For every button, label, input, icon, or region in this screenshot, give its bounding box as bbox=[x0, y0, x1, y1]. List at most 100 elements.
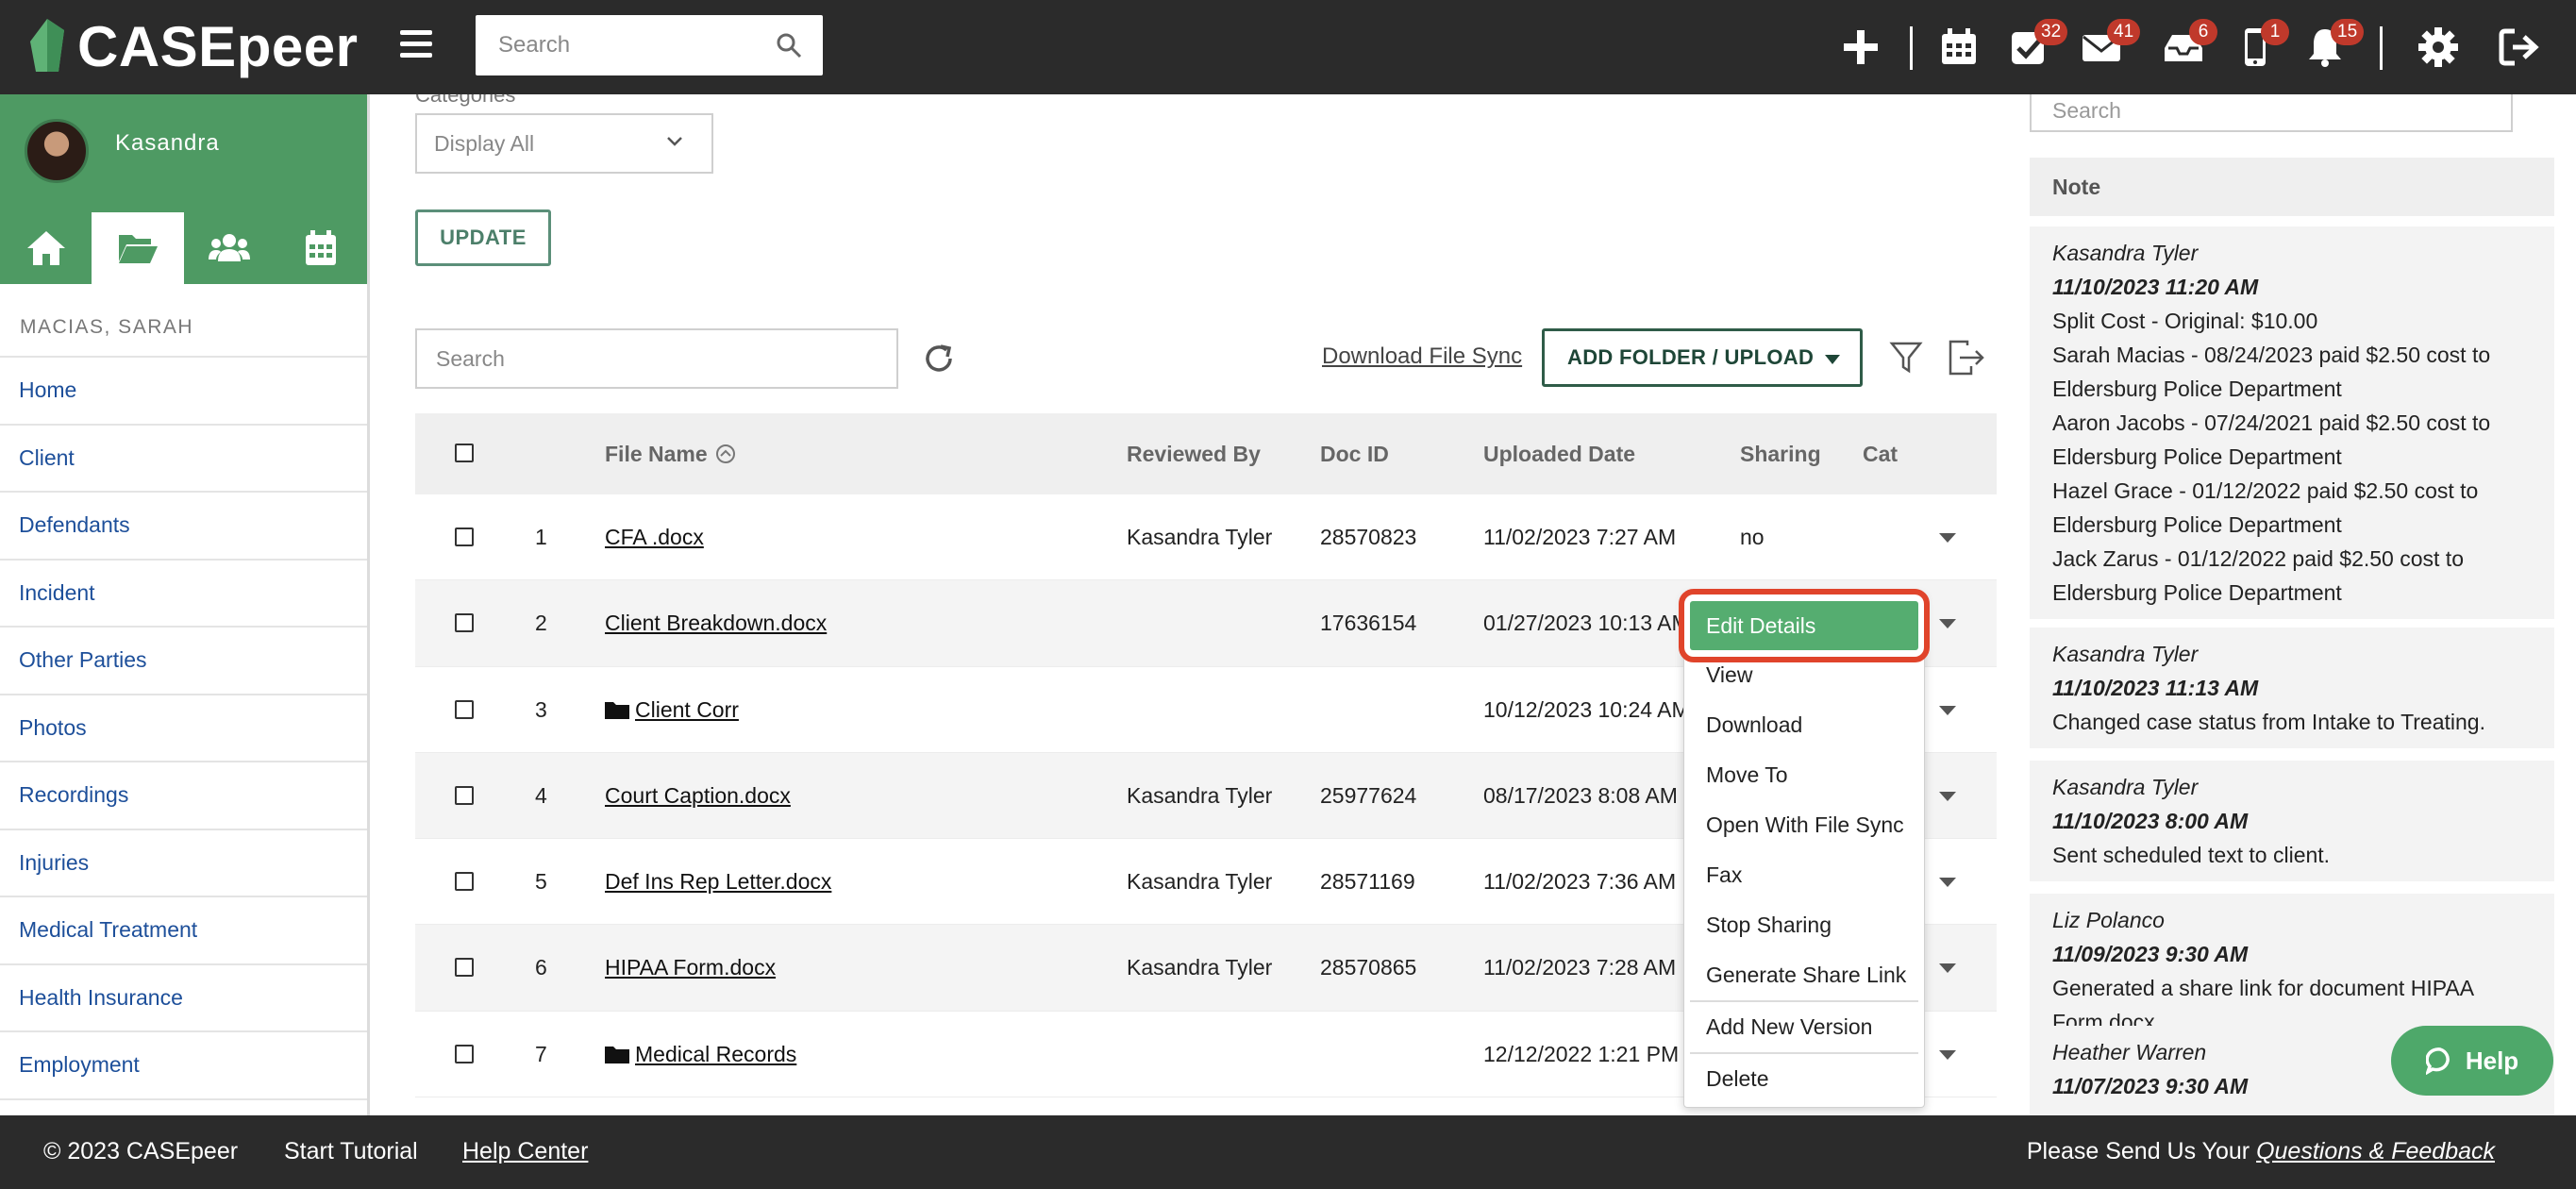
note-time: 11/10/2023 11:20 AM bbox=[2052, 275, 2259, 299]
tasks-icon[interactable]: 32 bbox=[2002, 19, 2068, 74]
uploaded-date-cell: 11/02/2023 7:27 AM bbox=[1483, 525, 1677, 549]
select-all-checkbox[interactable] bbox=[455, 444, 474, 462]
row-checkbox[interactable] bbox=[455, 785, 474, 805]
sidebar-item-home[interactable]: Home bbox=[0, 358, 367, 426]
start-tutorial-link[interactable]: Start Tutorial bbox=[284, 1138, 418, 1165]
chevron-down-icon bbox=[667, 137, 682, 146]
doc-id-cell: 17636154 bbox=[1320, 611, 1417, 636]
help-button[interactable]: Help bbox=[2391, 1026, 2553, 1096]
sidebar-item-injuries[interactable]: Injuries bbox=[0, 830, 367, 897]
col-sharing[interactable]: Sharing bbox=[1740, 442, 1821, 467]
search-icon[interactable] bbox=[776, 32, 802, 59]
menu-item-delete[interactable]: Delete bbox=[1684, 1054, 1924, 1104]
row-checkbox[interactable] bbox=[455, 872, 474, 892]
sidebar-nav-tabs bbox=[0, 212, 367, 284]
row-checkbox[interactable] bbox=[455, 1044, 474, 1063]
sidebar-item-client[interactable]: Client bbox=[0, 426, 367, 493]
row-number: 2 bbox=[535, 611, 547, 636]
row-number: 7 bbox=[535, 1041, 547, 1066]
row-actions-caret-icon[interactable] bbox=[1938, 877, 1957, 888]
menu-item-stop-sharing[interactable]: Stop Sharing bbox=[1684, 900, 1924, 950]
menu-item-generate-share-link[interactable]: Generate Share Link bbox=[1684, 950, 1924, 1000]
sidebar-item-medical-treatment[interactable]: Medical Treatment bbox=[0, 897, 367, 965]
note-text: Eldersburg Police Department bbox=[2052, 512, 2342, 537]
category-select[interactable]: Display All bbox=[415, 113, 713, 174]
col-category[interactable]: Cat bbox=[1863, 442, 1898, 467]
sidebar-item-recordings[interactable]: Recordings bbox=[0, 762, 367, 830]
export-icon[interactable] bbox=[1947, 340, 1986, 376]
reviewed-by-cell: Kasandra Tyler bbox=[1127, 955, 1273, 980]
menu-item-fax[interactable]: Fax bbox=[1684, 850, 1924, 900]
notes-search[interactable] bbox=[2030, 94, 2513, 132]
sidebar-item-other-parties[interactable]: Other Parties bbox=[0, 628, 367, 695]
file-name-link[interactable]: HIPAA Form.docx bbox=[605, 955, 776, 980]
logout-icon[interactable] bbox=[2493, 21, 2546, 74]
tab-documents[interactable] bbox=[92, 212, 184, 284]
global-search-input[interactable] bbox=[498, 32, 781, 59]
col-reviewed-by[interactable]: Reviewed By bbox=[1127, 442, 1261, 467]
row-checkbox[interactable] bbox=[455, 958, 474, 978]
sidebar-item-incident[interactable]: Incident bbox=[0, 561, 367, 628]
sort-icon[interactable] bbox=[715, 444, 736, 464]
sidebar-item-photos[interactable]: Photos bbox=[0, 695, 367, 762]
row-checkbox[interactable] bbox=[455, 699, 474, 719]
document-search-input[interactable] bbox=[436, 345, 870, 372]
table-row[interactable]: 1 CFA .docx Kasandra Tyler 28570823 11/02/20… bbox=[415, 494, 1997, 581]
menu-item-open-with-file-sync[interactable]: Open With File Sync bbox=[1684, 800, 1924, 850]
sidebar-item-employment[interactable]: Employment bbox=[0, 1032, 367, 1100]
plus-icon[interactable] bbox=[1834, 21, 1887, 74]
row-actions-caret-icon[interactable] bbox=[1938, 618, 1957, 629]
menu-item-view[interactable]: View bbox=[1684, 650, 1924, 700]
file-name-link[interactable]: Medical Records bbox=[635, 1042, 796, 1066]
note-author: Kasandra Tyler bbox=[2052, 642, 2199, 666]
feedback-link[interactable]: Questions & Feedback bbox=[2256, 1138, 2495, 1164]
file-name-link[interactable]: Court Caption.docx bbox=[605, 783, 791, 808]
mail-icon[interactable]: 41 bbox=[2075, 19, 2141, 74]
menu-item-edit-details[interactable]: Edit Details bbox=[1690, 601, 1918, 650]
refresh-icon[interactable] bbox=[922, 342, 956, 376]
sidebar-item-defendants[interactable]: Defendants bbox=[0, 493, 367, 561]
col-uploaded-date[interactable]: Uploaded Date bbox=[1483, 442, 1635, 467]
row-actions-caret-icon[interactable] bbox=[1938, 532, 1957, 544]
filter-icon[interactable] bbox=[1889, 340, 1923, 376]
inbox-icon[interactable]: 6 bbox=[2157, 19, 2217, 74]
row-actions-caret-icon[interactable] bbox=[1938, 1049, 1957, 1061]
file-name-link[interactable]: Client Breakdown.docx bbox=[605, 611, 827, 635]
menu-item-download[interactable]: Download bbox=[1684, 700, 1924, 750]
add-folder-upload-button[interactable]: ADD FOLDER / UPLOAD bbox=[1542, 328, 1863, 387]
col-file-name[interactable]: File Name bbox=[605, 442, 736, 467]
calendar-icon[interactable] bbox=[1932, 21, 1985, 74]
menu-item-move-to[interactable]: Move To bbox=[1684, 750, 1924, 800]
users-icon bbox=[209, 234, 251, 261]
row-actions-caret-icon[interactable] bbox=[1938, 963, 1957, 974]
update-button[interactable]: UPDATE bbox=[415, 209, 551, 266]
help-center-link[interactable]: Help Center bbox=[462, 1138, 588, 1165]
tab-home[interactable] bbox=[0, 212, 92, 284]
file-name-link[interactable]: Def Ins Rep Letter.docx bbox=[605, 869, 831, 894]
sidebar-item-health-insurance[interactable]: Health Insurance bbox=[0, 965, 367, 1032]
top-bar: CASEpeer 32 41 6 1 15 bbox=[0, 0, 2576, 94]
download-file-sync-link[interactable]: Download File Sync bbox=[1322, 343, 1522, 370]
avatar[interactable] bbox=[25, 119, 89, 183]
row-actions-caret-icon[interactable] bbox=[1938, 791, 1957, 802]
tab-calendar[interactable] bbox=[276, 212, 367, 284]
global-search[interactable] bbox=[476, 15, 823, 75]
menu-toggle-button[interactable] bbox=[400, 30, 432, 59]
col-doc-id[interactable]: Doc ID bbox=[1320, 442, 1389, 467]
tab-contacts[interactable] bbox=[184, 212, 276, 284]
file-name-cell: Medical Records bbox=[605, 1042, 796, 1067]
brand-logo[interactable]: CASEpeer bbox=[26, 13, 358, 79]
phone-icon[interactable]: 1 bbox=[2229, 19, 2289, 74]
note-text: Changed case status from Intake to Treat… bbox=[2052, 710, 2485, 734]
file-name-link[interactable]: CFA .docx bbox=[605, 525, 704, 549]
menu-item-add-new-version[interactable]: Add New Version bbox=[1684, 1002, 1924, 1052]
notes-search-input[interactable] bbox=[2052, 98, 2486, 124]
gear-icon[interactable] bbox=[2412, 21, 2465, 74]
row-checkbox[interactable] bbox=[455, 528, 474, 546]
document-search[interactable] bbox=[415, 328, 898, 389]
bell-icon[interactable]: 15 bbox=[2299, 19, 2365, 74]
sharing-cell: no bbox=[1740, 525, 1765, 549]
row-actions-caret-icon[interactable] bbox=[1938, 705, 1957, 716]
row-checkbox[interactable] bbox=[455, 613, 474, 633]
file-name-link[interactable]: Client Corr bbox=[635, 697, 739, 722]
